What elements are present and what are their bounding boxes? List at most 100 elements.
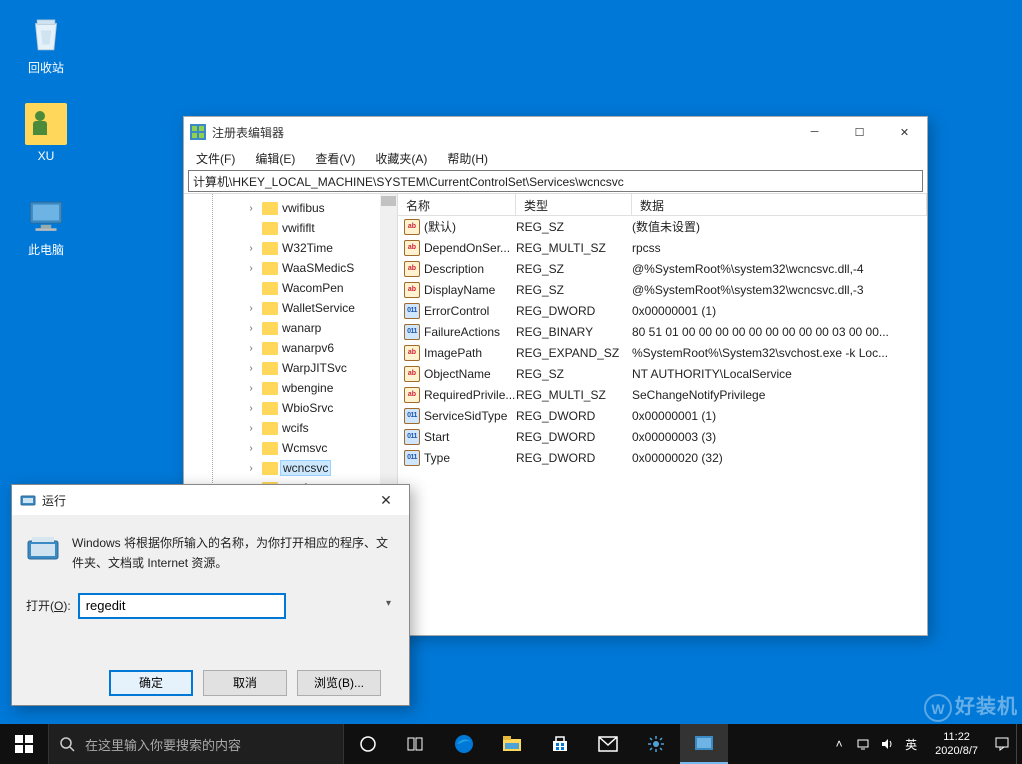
tree-item[interactable]: › wanarpv6 (204, 338, 397, 358)
value-name: (默认) (424, 218, 516, 235)
tree-item[interactable]: ›wcncsvc (204, 458, 397, 478)
list-row[interactable]: abDependOnSer...REG_MULTI_SZrpcss (398, 237, 927, 258)
expander-icon[interactable]: › (246, 443, 256, 454)
desktop-icon-this-pc[interactable]: 此电脑 (10, 195, 82, 258)
list-row[interactable]: abDescriptionREG_SZ@%SystemRoot%\system3… (398, 258, 927, 279)
list-row[interactable]: abDisplayNameREG_SZ@%SystemRoot%\system3… (398, 279, 927, 300)
expander-icon[interactable]: › (246, 263, 256, 274)
tree-item-label: W32Time (282, 241, 333, 255)
value-icon: ab (404, 366, 420, 382)
menu-favorites[interactable]: 收藏夹(A) (369, 148, 433, 169)
ime-indicator[interactable]: 英 (903, 736, 919, 752)
expander-icon[interactable]: › (246, 423, 256, 434)
list-row[interactable]: 011StartREG_DWORD0x00000003 (3) (398, 426, 927, 447)
value-name: RequiredPrivile... (424, 388, 516, 402)
regedit-icon (190, 124, 206, 140)
menu-help[interactable]: 帮助(H) (441, 148, 494, 169)
value-type: REG_MULTI_SZ (516, 241, 632, 255)
run-browse-button[interactable]: 浏览(B)... (297, 670, 381, 696)
folder-icon (262, 282, 278, 295)
show-desktop-button[interactable] (1016, 724, 1022, 764)
desktop-icon-recycle-bin[interactable]: 回收站 (10, 13, 82, 76)
list-row[interactable]: 011TypeREG_DWORD0x00000020 (32) (398, 447, 927, 468)
expander-icon[interactable]: › (246, 303, 256, 314)
scrollbar-thumb[interactable] (381, 196, 396, 206)
regedit-titlebar[interactable]: 注册表编辑器 ─ ☐ ✕ (184, 117, 927, 147)
action-center-icon[interactable] (994, 736, 1010, 752)
column-header-data[interactable]: 数据 (632, 194, 927, 215)
store-icon[interactable] (536, 724, 584, 764)
value-name: Type (424, 451, 516, 465)
list-row[interactable]: ab(默认)REG_SZ(数值未设置) (398, 216, 927, 237)
tree-item[interactable]: ›WarpJITSvc (204, 358, 397, 378)
network-icon[interactable] (855, 736, 871, 752)
run-titlebar[interactable]: 运行 ✕ (12, 485, 409, 515)
address-bar[interactable] (188, 170, 923, 192)
expander-icon[interactable]: › (246, 383, 256, 394)
column-header-type[interactable]: 类型 (516, 194, 632, 215)
dropdown-icon[interactable]: ▾ (386, 598, 391, 609)
menu-view[interactable]: 查看(V) (309, 148, 361, 169)
maximize-button[interactable]: ☐ (837, 117, 882, 147)
taskbar-clock[interactable]: 11:22 2020/8/7 (927, 730, 986, 759)
edge-icon[interactable] (440, 724, 488, 764)
tree-item[interactable]: vwififlt (204, 218, 397, 238)
taskbar-app-active[interactable] (680, 724, 728, 764)
file-explorer-icon[interactable] (488, 724, 536, 764)
tree-item-label: wanarpv6 (282, 341, 334, 355)
tree-item[interactable]: ›wcifs (204, 418, 397, 438)
folder-icon (25, 103, 67, 145)
menu-edit[interactable]: 编辑(E) (249, 148, 301, 169)
task-view-icon[interactable] (392, 724, 440, 764)
desktop-icon-folder-xu[interactable]: XU (10, 103, 82, 163)
expander-icon[interactable]: › (246, 203, 256, 214)
tree-item[interactable]: ›Wcmsvc (204, 438, 397, 458)
list-row[interactable]: 011FailureActionsREG_BINARY80 51 01 00 0… (398, 321, 927, 342)
tree-item[interactable]: ›WalletService (204, 298, 397, 318)
expander-icon[interactable]: › (246, 323, 256, 334)
start-button[interactable] (0, 724, 48, 764)
column-header-name[interactable]: 名称 (398, 194, 516, 215)
list-row[interactable]: abRequiredPrivile...REG_MULTI_SZSeChange… (398, 384, 927, 405)
minimize-button[interactable]: ─ (792, 117, 837, 147)
cortana-icon[interactable] (344, 724, 392, 764)
value-type: REG_MULTI_SZ (516, 388, 632, 402)
expander-icon[interactable]: › (246, 343, 256, 354)
value-type: REG_DWORD (516, 451, 632, 465)
expander-icon[interactable]: › (246, 243, 256, 254)
volume-icon[interactable] (879, 736, 895, 752)
tray-chevron-up-icon[interactable]: ˄ (831, 736, 847, 752)
expander-icon[interactable]: › (246, 403, 256, 414)
run-cancel-button[interactable]: 取消 (203, 670, 287, 696)
run-icon (20, 492, 36, 508)
value-data: @%SystemRoot%\system32\wcncsvc.dll,-3 (632, 283, 927, 297)
list-row[interactable]: abImagePathREG_EXPAND_SZ%SystemRoot%\Sys… (398, 342, 927, 363)
settings-icon[interactable] (632, 724, 680, 764)
list-row[interactable]: 011ErrorControlREG_DWORD0x00000001 (1) (398, 300, 927, 321)
list-row[interactable]: 011ServiceSidTypeREG_DWORD0x00000001 (1) (398, 405, 927, 426)
run-ok-button[interactable]: 确定 (109, 670, 193, 696)
tree-item[interactable]: ›vwifibus (204, 198, 397, 218)
tree-item[interactable]: ›wanarp (204, 318, 397, 338)
value-data: (数值未设置) (632, 218, 927, 235)
tree-item-label: WbioSrvc (282, 401, 333, 415)
tree-item-label: vwififlt (282, 221, 315, 235)
expander-icon[interactable]: › (246, 463, 256, 474)
run-input[interactable] (79, 594, 285, 618)
mail-icon[interactable] (584, 724, 632, 764)
tree-item[interactable]: WacomPen (204, 278, 397, 298)
taskbar-search[interactable]: 在这里输入你要搜索的内容 (48, 724, 344, 764)
value-type: REG_DWORD (516, 430, 632, 444)
expander-icon[interactable]: › (246, 363, 256, 374)
tree-item[interactable]: › W32Time (204, 238, 397, 258)
tree-item[interactable]: › WbioSrvc (204, 398, 397, 418)
menu-file[interactable]: 文件(F) (190, 148, 241, 169)
tree-item[interactable]: ›wbengine (204, 378, 397, 398)
value-type: REG_BINARY (516, 325, 632, 339)
tree-item[interactable]: ›WaaSMedicS (204, 258, 397, 278)
close-button[interactable]: ✕ (882, 117, 927, 147)
list-row[interactable]: abObjectNameREG_SZNT AUTHORITY\LocalServ… (398, 363, 927, 384)
run-close-button[interactable]: ✕ (371, 492, 401, 509)
window-title: 注册表编辑器 (212, 124, 792, 141)
value-type: REG_SZ (516, 367, 632, 381)
